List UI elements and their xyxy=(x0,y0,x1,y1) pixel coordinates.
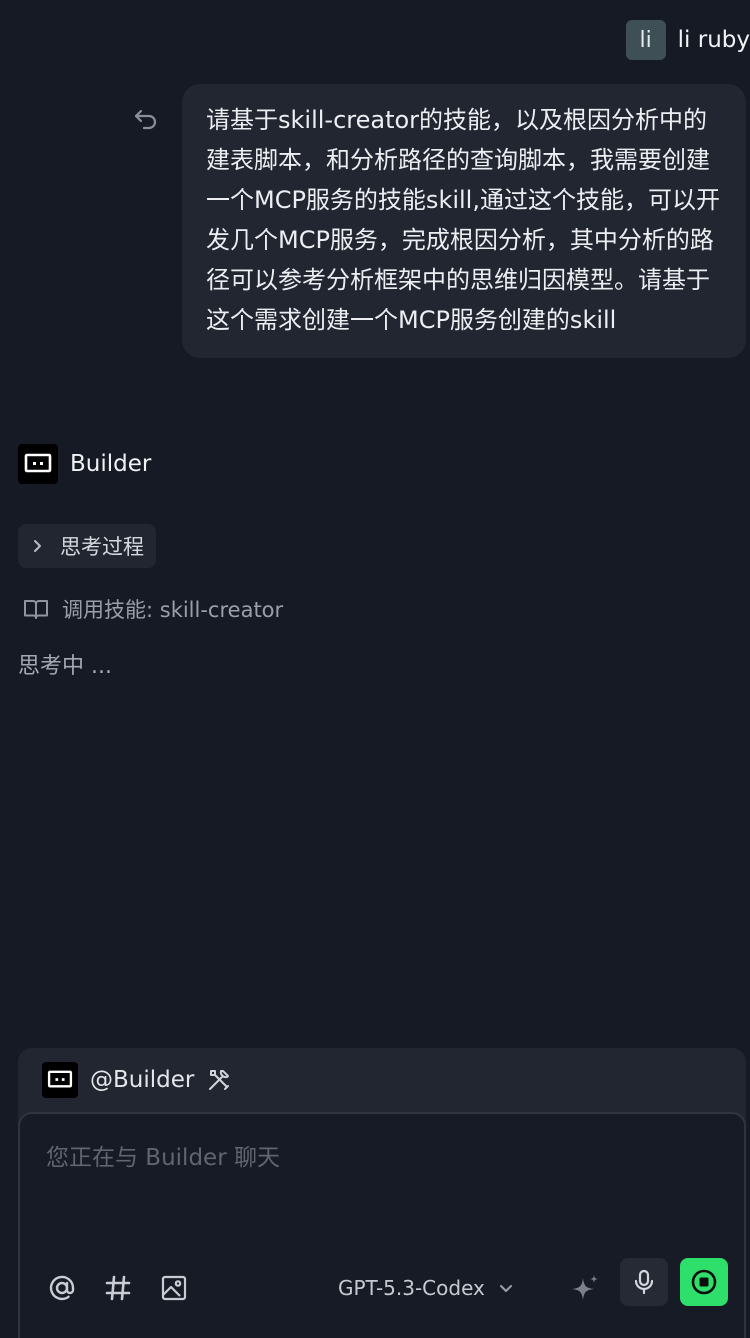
mention-bar: @Builder xyxy=(42,1062,232,1098)
skill-call-label: 调用技能: skill-creator xyxy=(62,598,284,622)
skill-call-row: 调用技能: skill-creator xyxy=(22,592,283,626)
tools-icon[interactable] xyxy=(206,1067,232,1093)
thinking-process-label: 思考过程 xyxy=(60,535,144,559)
stop-generation-button[interactable] xyxy=(680,1258,728,1306)
user-message-bubble: 请基于skill-creator的技能，以及根因分析中的建表脚本，和分析路径的查… xyxy=(182,84,746,358)
voice-input-button[interactable] xyxy=(620,1258,668,1306)
assistant-header: Builder xyxy=(18,444,151,484)
mention-label: @Builder xyxy=(90,1067,195,1093)
builder-logo-icon xyxy=(42,1062,78,1098)
undo-icon[interactable] xyxy=(132,106,160,134)
chevron-right-icon xyxy=(28,537,46,555)
microphone-icon xyxy=(634,1269,654,1295)
topic-button[interactable] xyxy=(98,1268,138,1308)
hash-icon xyxy=(105,1275,131,1301)
composer: @Builder 您正在与 Builder 聊天 GPT-5.3-Codex xyxy=(18,1048,746,1338)
at-icon xyxy=(49,1275,75,1301)
message-input-box: GPT-5.3-Codex xyxy=(18,1112,746,1338)
model-selector[interactable]: GPT-5.3-Codex xyxy=(338,1270,515,1306)
thinking-process-toggle[interactable]: 思考过程 xyxy=(18,524,156,568)
enhance-button[interactable] xyxy=(566,1268,606,1308)
user-name: li ruby xyxy=(677,27,750,53)
mention-button[interactable] xyxy=(42,1268,82,1308)
book-icon xyxy=(22,595,50,623)
model-label: GPT-5.3-Codex xyxy=(338,1276,485,1300)
builder-logo-icon xyxy=(18,444,58,484)
assistant-name: Builder xyxy=(70,451,152,477)
user-avatar[interactable]: li xyxy=(625,20,666,60)
sparkle-icon xyxy=(572,1275,598,1300)
chat-page: li li ruby 请基于skill-creator的技能，以及根因分析中的建… xyxy=(0,0,750,1338)
chevron-down-icon xyxy=(497,1279,515,1297)
image-upload-button[interactable] xyxy=(154,1268,194,1308)
message-input[interactable] xyxy=(44,1136,708,1260)
image-icon xyxy=(161,1275,187,1301)
thinking-status: 思考中 ... xyxy=(18,654,112,679)
stop-icon xyxy=(691,1269,717,1295)
user-header: li li ruby xyxy=(625,20,750,60)
